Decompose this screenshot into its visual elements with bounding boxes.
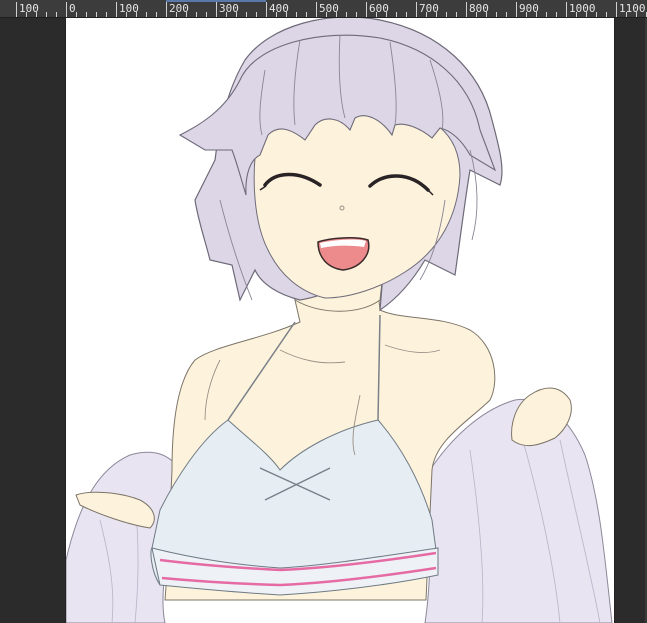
ruler-label-900: 900 bbox=[519, 2, 539, 15]
anime-girl-illustration-icon bbox=[66, 18, 613, 623]
ruler-label-300: 300 bbox=[219, 2, 239, 15]
ruler-label-200: 200 bbox=[169, 2, 189, 15]
horizontal-ruler[interactable]: 100 0 100 200 300 400 500 600 700 800 90… bbox=[0, 0, 647, 18]
ruler-label-500: 500 bbox=[319, 2, 339, 15]
document-canvas[interactable] bbox=[66, 18, 614, 623]
ruler-label-1000: 1000 bbox=[569, 2, 596, 15]
ruler-label-400: 400 bbox=[269, 2, 289, 15]
ruler-label-0: 0 bbox=[69, 2, 76, 15]
ruler-label-600: 600 bbox=[369, 2, 389, 15]
ruler-label-neg-100: 100 bbox=[19, 2, 39, 15]
ruler-label-1100: 1100 bbox=[619, 2, 646, 15]
ruler-label-800: 800 bbox=[469, 2, 489, 15]
ruler-label-100: 100 bbox=[119, 2, 139, 15]
ruler-label-700: 700 bbox=[419, 2, 439, 15]
canvas-workspace[interactable] bbox=[0, 18, 647, 623]
